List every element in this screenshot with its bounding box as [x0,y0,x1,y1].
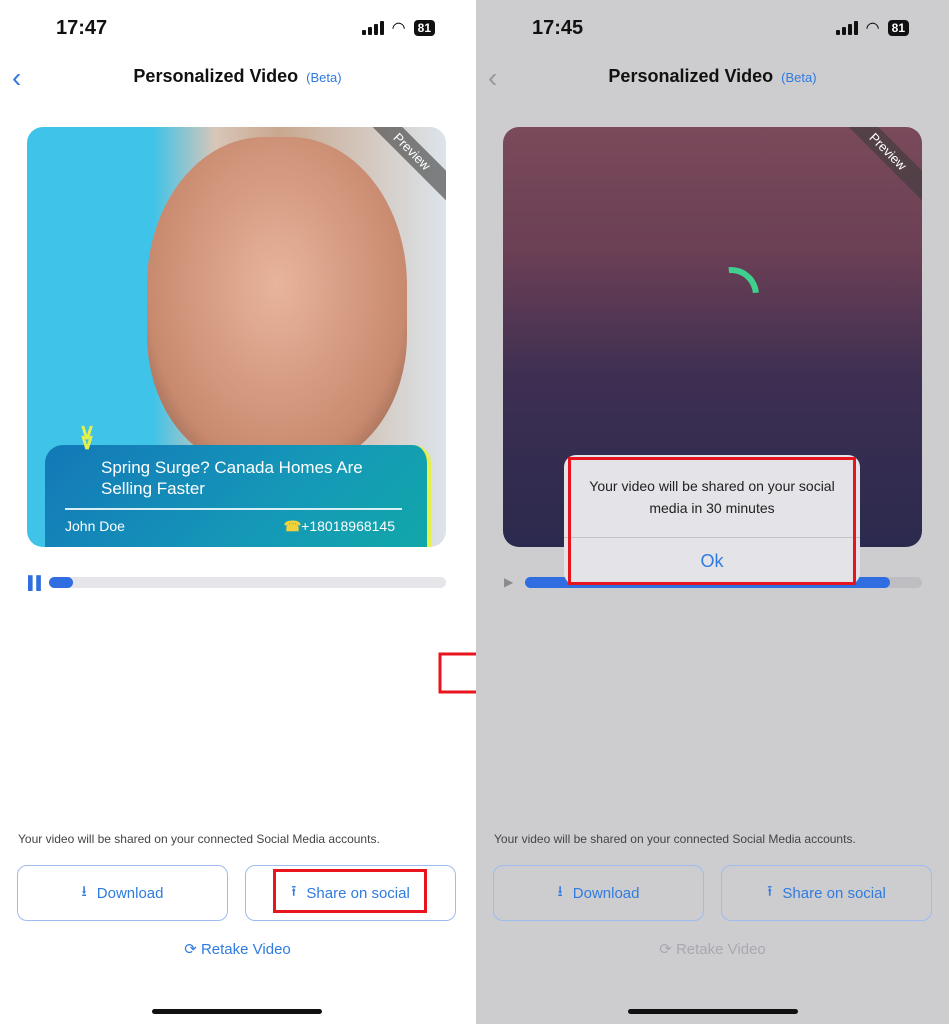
lower-third-banner: Spring Surge? Canada Homes Are Selling F… [45,445,431,547]
home-indicator [628,1009,798,1014]
video-headline: Spring Surge? Canada Homes Are Selling F… [101,458,363,498]
download-icon: ⭳ [557,882,563,900]
share-icon: ⭱ [767,882,773,900]
battery-icon: 81 [887,20,909,36]
agent-name: John Doe [65,518,125,534]
loading-spinner-icon [691,255,771,335]
retake-video-button[interactable]: ⟳ Retake Video [476,940,949,958]
battery-icon: 81 [413,20,435,36]
status-time: 17:45 [532,17,584,39]
progress-fill [49,577,73,588]
beta-badge: (Beta) [306,70,342,85]
phone-icon: ☎ [283,518,302,534]
pause-button[interactable]: ▌▌ [28,575,45,590]
beta-badge: (Beta) [781,70,817,85]
page-title: Personalized Video (Beta) [133,66,342,86]
download-button[interactable]: ⭳ Download [17,865,228,921]
status-icons: ◠ 81 [361,18,435,38]
status-icons: ◠ 81 [835,18,909,38]
wifi-icon: ◠ [391,20,406,37]
status-time: 17:47 [56,17,108,39]
retake-video-button[interactable]: ⟳ Retake Video [0,940,475,958]
refresh-icon: ⟳ [184,941,197,958]
screen-after: 17:45 ◠ 81 ‹ Personalized Video (Beta) Pr… [476,0,949,1024]
signal-icon [361,21,384,35]
divider [65,508,402,510]
refresh-icon: ⟳ [659,941,672,958]
share-note: Your video will be shared on your connec… [18,832,380,846]
progress-bar[interactable] [49,577,446,588]
signal-icon [835,21,858,35]
wifi-icon: ◠ [865,20,880,37]
home-indicator [152,1009,322,1014]
download-icon: ⭳ [81,882,87,900]
share-note: Your video will be shared on your connec… [494,832,856,846]
screen-before: 17:47 ◠ 81 ‹ Personalized Video (Beta) Pr… [0,0,475,1024]
download-button[interactable]: ⭳ Download [493,865,704,921]
chevron-down-icon: ∨ ∨ [79,419,96,454]
agent-phone: ☎+18018968145 [283,518,395,534]
video-player[interactable]: Preview Spring Surge? Canada Homes Are S… [27,127,446,547]
presenter-image [147,137,407,467]
highlight-box [273,869,427,913]
play-button[interactable]: ▶ [504,575,513,589]
highlight-box [568,457,856,585]
page-title: Personalized Video (Beta) [608,66,817,86]
preview-ribbon: Preview [838,127,922,202]
share-on-social-button[interactable]: ⭱ Share on social [721,865,932,921]
